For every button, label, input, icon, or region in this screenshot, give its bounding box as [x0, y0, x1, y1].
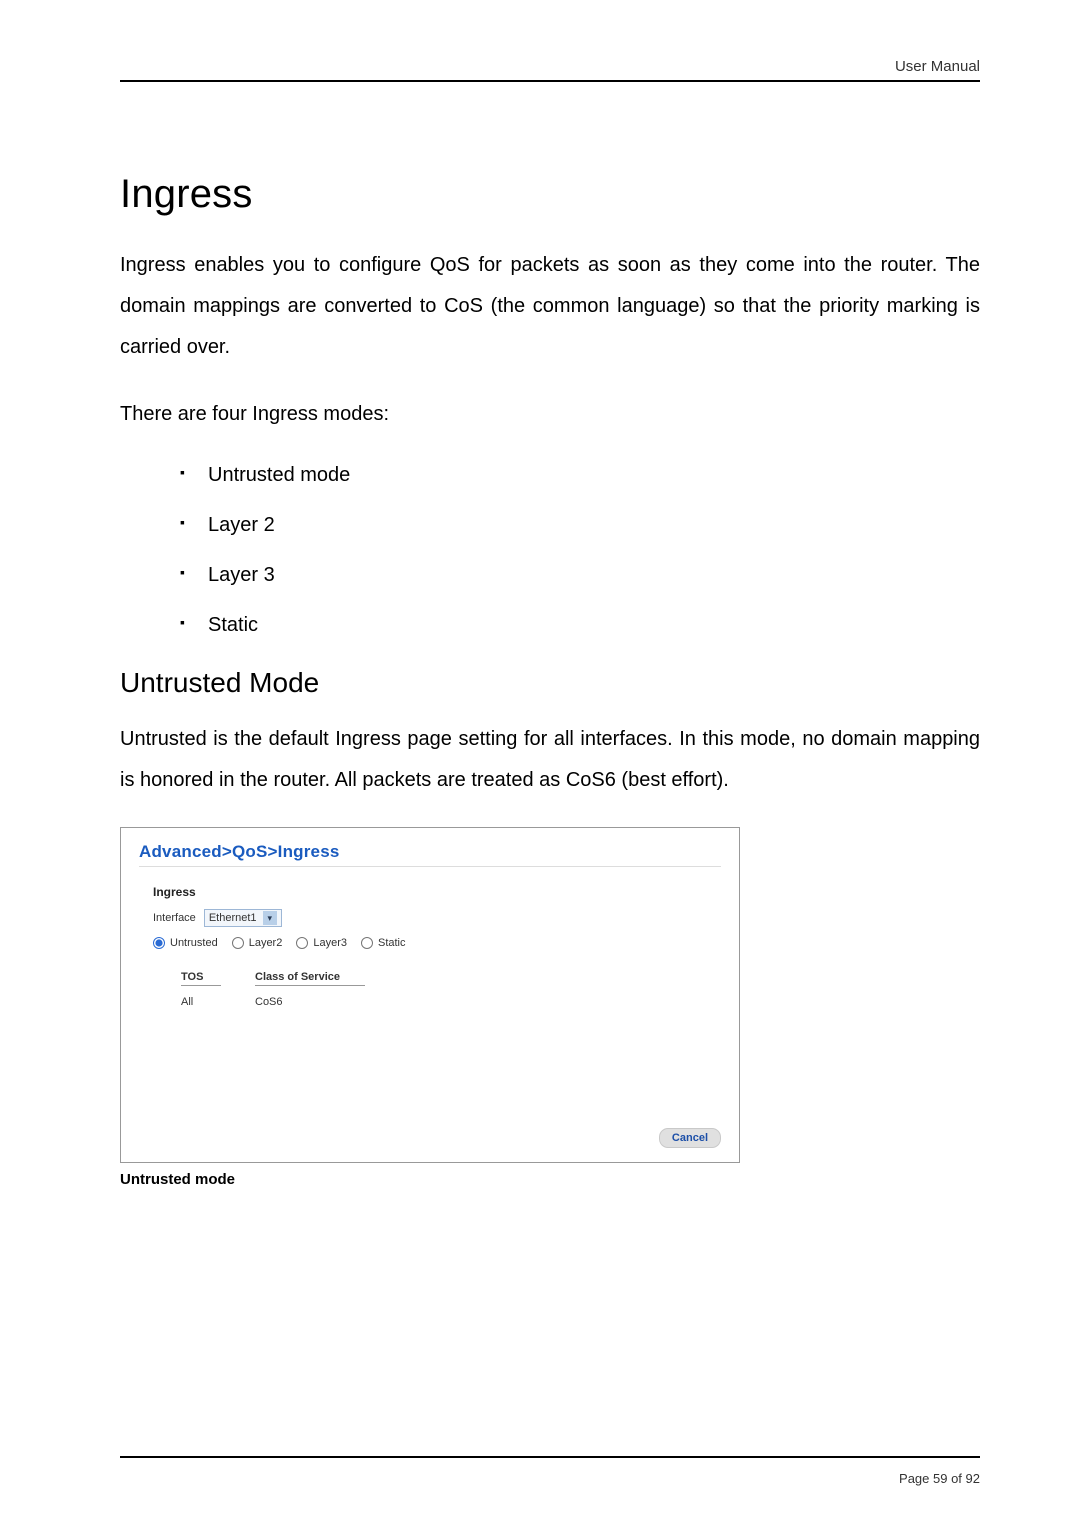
- list-item: Static: [180, 611, 980, 639]
- page-title: Ingress: [120, 172, 980, 217]
- radio-layer3-label: Layer3: [313, 937, 347, 949]
- figure-caption: Untrusted mode: [120, 1171, 980, 1188]
- interface-select[interactable]: Ethernet1 ▾: [204, 909, 282, 927]
- table-head-tos: TOS: [181, 971, 221, 983]
- radio-static-input[interactable]: [361, 937, 373, 949]
- interface-label: Interface: [153, 912, 196, 924]
- section-heading: Untrusted Mode: [120, 667, 980, 699]
- page-number: Page 59 of 92: [899, 1471, 980, 1486]
- breadcrumb-rule: [139, 866, 721, 867]
- header-right: User Manual: [895, 58, 980, 75]
- table-cell-cos: CoS6: [255, 996, 395, 1008]
- header-rule: [120, 80, 980, 82]
- intro-paragraph-2: There are four Ingress modes:: [120, 394, 980, 435]
- table-head-rule: [181, 985, 221, 986]
- modes-list: Untrusted mode Layer 2 Layer 3 Static: [180, 461, 980, 639]
- radio-layer2[interactable]: Layer2: [232, 937, 283, 949]
- interface-select-value: Ethernet1: [209, 912, 257, 924]
- panel-title: Ingress: [153, 885, 721, 899]
- radio-layer3[interactable]: Layer3: [296, 937, 347, 949]
- cancel-button[interactable]: Cancel: [659, 1128, 721, 1148]
- table-head-cos: Class of Service: [255, 971, 395, 983]
- screenshot-panel: Advanced>QoS>Ingress Ingress Interface E…: [120, 827, 740, 1163]
- list-item: Untrusted mode: [180, 461, 980, 489]
- tos-table: TOS Class of Service All CoS6: [181, 971, 721, 1008]
- radio-layer2-input[interactable]: [232, 937, 244, 949]
- list-item: Layer 3: [180, 561, 980, 589]
- radio-untrusted-label: Untrusted: [170, 937, 218, 949]
- breadcrumb: Advanced>QoS>Ingress: [139, 842, 721, 862]
- radio-untrusted[interactable]: Untrusted: [153, 937, 218, 949]
- table-cell-tos: All: [181, 996, 221, 1008]
- radio-static[interactable]: Static: [361, 937, 406, 949]
- radio-layer2-label: Layer2: [249, 937, 283, 949]
- list-item: Layer 2: [180, 511, 980, 539]
- radio-untrusted-input[interactable]: [153, 937, 165, 949]
- chevron-down-icon: ▾: [263, 911, 277, 925]
- radio-layer3-input[interactable]: [296, 937, 308, 949]
- intro-paragraph-1: Ingress enables you to configure QoS for…: [120, 245, 980, 368]
- section-paragraph: Untrusted is the default Ingress page se…: [120, 719, 980, 801]
- radio-static-label: Static: [378, 937, 406, 949]
- table-head-rule: [255, 985, 365, 986]
- footer-rule: [120, 1456, 980, 1458]
